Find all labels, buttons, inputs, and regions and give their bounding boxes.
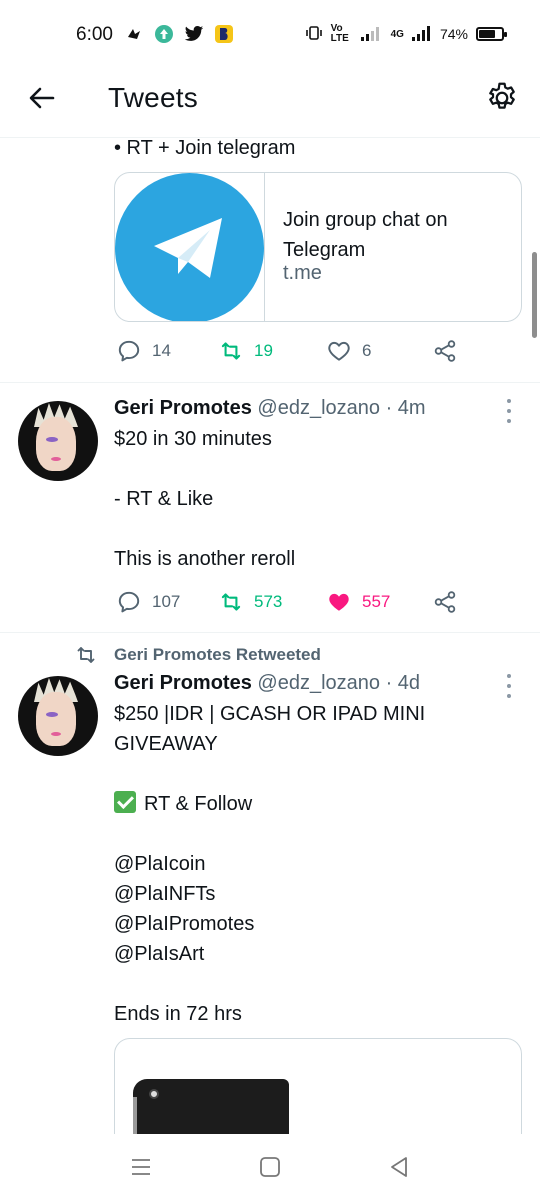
mention-link[interactable]: @PlaIPromotes	[114, 909, 254, 939]
status-time: 6:00	[76, 24, 113, 45]
menu-lines-icon[interactable]	[128, 1154, 154, 1180]
tweet-text: • RT + Join telegram	[114, 138, 296, 159]
timestamp: 4m	[397, 397, 426, 419]
media-card[interactable]	[114, 1038, 522, 1134]
avatar[interactable]	[18, 401, 98, 481]
check-mark-icon	[114, 791, 136, 813]
avatar[interactable]	[18, 676, 98, 756]
back-triangle-icon[interactable]	[386, 1154, 412, 1180]
tweet-text-line: RT & Follow	[114, 789, 252, 819]
more-options-icon[interactable]	[504, 399, 514, 423]
tweet-header: Geri Promotes @edz_lozano · 4d	[114, 672, 420, 695]
share-button[interactable]	[432, 589, 458, 615]
system-nav-bar	[0, 1134, 540, 1200]
network-type: 4G	[390, 28, 404, 40]
share-icon	[434, 591, 456, 613]
status-bar: 6:00 Vo LTE 4G 74%	[0, 0, 540, 72]
scrollbar[interactable]	[532, 252, 537, 338]
tweet-header: Geri Promotes @edz_lozano · 4m	[114, 397, 426, 420]
mention-link[interactable]: @PlaIsArt	[114, 939, 204, 969]
like-count: 557	[362, 592, 391, 611]
like-count: 6	[362, 341, 372, 360]
share-button[interactable]	[432, 338, 458, 364]
like-button[interactable]: 557	[326, 589, 390, 615]
retweet-button[interactable]: 573	[218, 589, 282, 615]
page-title: Tweets	[108, 82, 198, 113]
retweet-count: 573	[254, 592, 283, 611]
retweet-button[interactable]: 19	[218, 338, 273, 364]
settings-gear-icon[interactable]	[484, 80, 520, 116]
tweet-feed[interactable]: • RT + Join telegram Join group chat on …	[0, 138, 540, 1134]
more-options-icon[interactable]	[504, 674, 514, 698]
app-b-icon	[214, 24, 234, 44]
tweet[interactable]: Geri Promotes Retweeted Geri Promotes @e…	[0, 633, 540, 1134]
tweet-text-line: $250 |IDR | GCASH OR IPAD MINI	[114, 703, 426, 725]
status-right: Vo LTE 4G 74%	[305, 23, 507, 44]
tweet-actions: 14 19 6	[114, 338, 474, 368]
retweet-context-icon	[74, 643, 98, 667]
battery-percent: 74%	[439, 26, 468, 42]
vibrate-icon	[305, 25, 323, 44]
tweet[interactable]: • RT + Join telegram Join group chat on …	[0, 138, 540, 383]
handle[interactable]: @edz_lozano	[257, 397, 380, 419]
share-icon	[434, 340, 456, 362]
telegram-logo-icon	[115, 173, 264, 321]
back-arrow-icon[interactable]	[26, 82, 58, 114]
tweet-text-line: $20 in 30 minutes	[114, 428, 272, 450]
link-card[interactable]: Join group chat on Telegram t.me	[114, 172, 522, 322]
top-app-bar: Tweets	[0, 72, 540, 138]
reply-count: 14	[152, 341, 171, 360]
reply-button[interactable]: 107	[116, 589, 180, 615]
card-title: Join group chat on Telegram	[283, 209, 448, 261]
reply-icon	[118, 340, 140, 362]
follow-text: RT & Follow	[144, 793, 253, 815]
separator: ·	[385, 397, 393, 419]
upload-notification-icon	[154, 24, 174, 44]
tweet-text-line: Ends in 72 hrs	[114, 1003, 242, 1025]
notification-icons	[124, 24, 234, 44]
timestamp: 4d	[397, 672, 421, 694]
tweet-text-line: GIVEAWAY	[114, 733, 218, 755]
mention-link[interactable]: @PlaINFTs	[114, 879, 215, 909]
reply-icon	[118, 591, 140, 613]
card-domain: t.me	[283, 262, 322, 284]
tweet-actions: 107 573 557	[114, 589, 474, 619]
heart-filled-icon	[329, 593, 349, 611]
twitter-bird-icon	[184, 24, 204, 44]
retweet-context[interactable]: Geri Promotes Retweeted	[114, 645, 321, 665]
separator: ·	[385, 672, 393, 694]
home-square-icon[interactable]	[257, 1154, 283, 1180]
retweet-count: 19	[254, 341, 273, 360]
like-button[interactable]: 6	[326, 338, 371, 364]
signal-icon	[360, 25, 383, 44]
card-media	[115, 173, 265, 321]
reply-button[interactable]: 14	[116, 338, 171, 364]
retweet-icon	[221, 342, 241, 360]
tweet-text-line: This is another reroll	[114, 548, 296, 570]
handle[interactable]: @edz_lozano	[257, 672, 380, 694]
signal-icon-2	[411, 25, 432, 44]
heart-icon	[328, 341, 350, 361]
battery-icon	[476, 27, 507, 41]
display-name[interactable]: Geri Promotes	[114, 672, 252, 694]
tweet[interactable]: Geri Promotes @edz_lozano · 4m $20 in 30…	[0, 383, 540, 633]
display-name[interactable]: Geri Promotes	[114, 397, 252, 419]
ipad-image	[133, 1079, 289, 1134]
reply-count: 107	[152, 592, 181, 611]
app-notification-icon	[124, 24, 144, 44]
mention-link[interactable]: @PlaIcoin	[114, 849, 205, 879]
tweet-text-line: - RT & Like	[114, 488, 214, 510]
volte-label: Vo LTE	[330, 23, 349, 44]
retweet-icon	[221, 593, 241, 611]
